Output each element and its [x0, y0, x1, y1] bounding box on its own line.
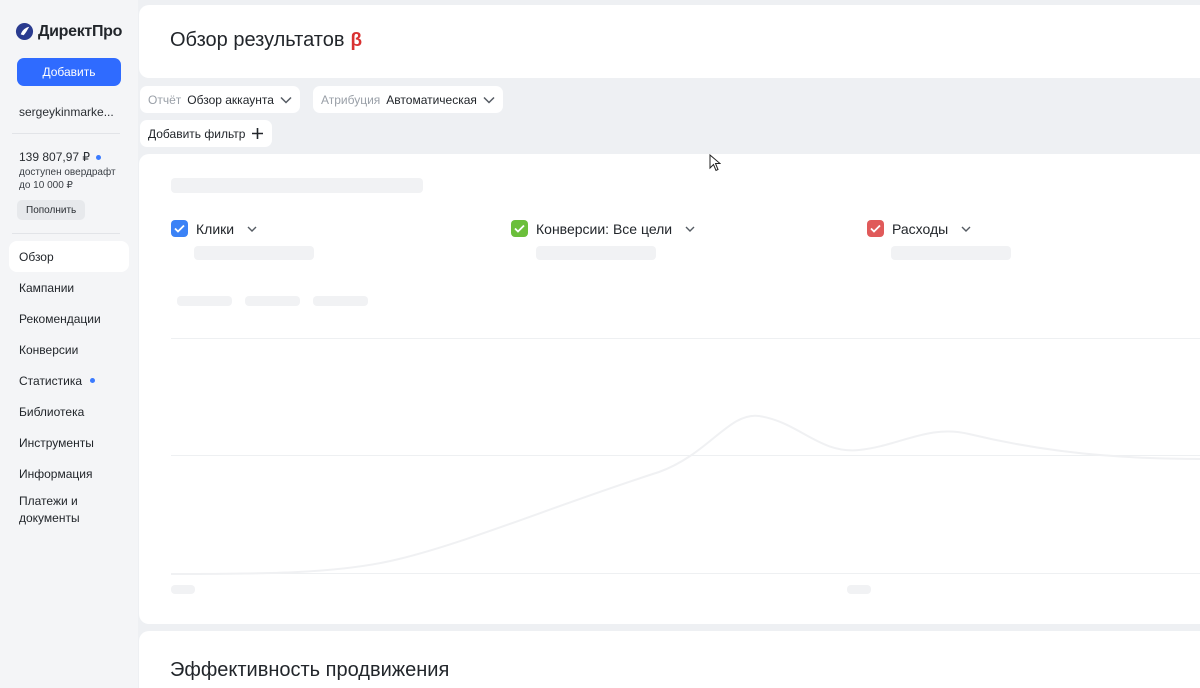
- add-button[interactable]: Добавить: [17, 58, 121, 86]
- topup-button[interactable]: Пополнить: [17, 200, 86, 220]
- sidebar: ДиректПро Добавить sergeykinmarke... 139…: [0, 0, 138, 688]
- attribution-selector[interactable]: Атрибуция Автоматическая: [313, 86, 503, 113]
- sidebar-item-statistics[interactable]: Статистика: [9, 365, 129, 396]
- chart-loading-curve: [170, 414, 1200, 575]
- sidebar-item-label: Статистика: [19, 373, 83, 388]
- sidebar-item-recommendations[interactable]: Рекомендации: [9, 303, 129, 334]
- attribution-value: Автоматическая: [386, 92, 477, 107]
- add-filter-button[interactable]: Добавить фильтр: [140, 120, 273, 147]
- sidebar-item-information[interactable]: Информация: [9, 458, 129, 489]
- page-header: Обзор результатов β: [139, 5, 1200, 78]
- plus-icon: [252, 128, 264, 139]
- attribution-label: Атрибуция: [321, 92, 381, 107]
- page-title-text: Обзор результатов: [170, 29, 345, 51]
- sidebar-item-label: Рекомендации: [19, 311, 101, 326]
- account-login[interactable]: sergeykinmarke...: [19, 105, 114, 119]
- sidebar-nav: Обзор Кампании Рекомендации Конверсии Ст…: [9, 241, 129, 529]
- overdraft-note: доступен овердрафт до 10 000 ₽: [19, 167, 116, 191]
- results-chart-card: Клики Конверсии: Все цели Расходы: [139, 154, 1200, 624]
- direct-logo-icon: [15, 22, 34, 41]
- page-title: Обзор результатов β: [170, 29, 362, 52]
- logo[interactable]: ДиректПро: [15, 22, 122, 41]
- loading-placeholder: [847, 585, 871, 594]
- chevron-down-icon: [483, 96, 495, 104]
- divider: [12, 133, 120, 134]
- loading-placeholder: [171, 585, 195, 594]
- notification-dot: [90, 378, 96, 383]
- mouse-cursor-icon: [709, 154, 721, 172]
- balance-status-dot: [96, 154, 102, 160]
- chevron-down-icon: [280, 96, 292, 104]
- sidebar-item-library[interactable]: Библиотека: [9, 396, 129, 427]
- sidebar-item-label: Библиотека: [19, 404, 85, 419]
- balance-value: 139 807,97 ₽: [19, 150, 91, 164]
- sidebar-item-campaigns[interactable]: Кампании: [9, 272, 129, 303]
- sidebar-item-label: Информация: [19, 466, 93, 481]
- account-balance[interactable]: 139 807,97 ₽: [19, 150, 102, 164]
- report-selector[interactable]: Отчёт Обзор аккаунта: [140, 86, 300, 113]
- promotion-efficiency-section: Эффективность продвижения: [139, 631, 1200, 688]
- sidebar-item-conversions[interactable]: Конверсии: [9, 334, 129, 365]
- sidebar-item-label: Конверсии: [19, 342, 79, 357]
- sidebar-item-label: Платежи и документы: [19, 494, 80, 525]
- sidebar-item-payments[interactable]: Платежи и документы: [9, 489, 129, 529]
- divider: [12, 233, 120, 234]
- section-title: Эффективность продвижения: [170, 659, 450, 681]
- sidebar-item-label: Инструменты: [19, 435, 94, 450]
- report-value: Обзор аккаунта: [187, 92, 274, 107]
- sidebar-item-overview[interactable]: Обзор: [9, 241, 129, 272]
- logo-text: ДиректПро: [38, 22, 123, 40]
- add-filter-label: Добавить фильтр: [148, 126, 246, 141]
- report-label: Отчёт: [148, 92, 182, 107]
- app-window: ДиректПро Добавить sergeykinmarke... 139…: [0, 0, 1200, 688]
- sidebar-item-tools[interactable]: Инструменты: [9, 427, 129, 458]
- beta-badge: β: [350, 30, 363, 51]
- sidebar-item-label: Обзор: [19, 249, 54, 264]
- sidebar-item-label: Кампании: [19, 280, 75, 295]
